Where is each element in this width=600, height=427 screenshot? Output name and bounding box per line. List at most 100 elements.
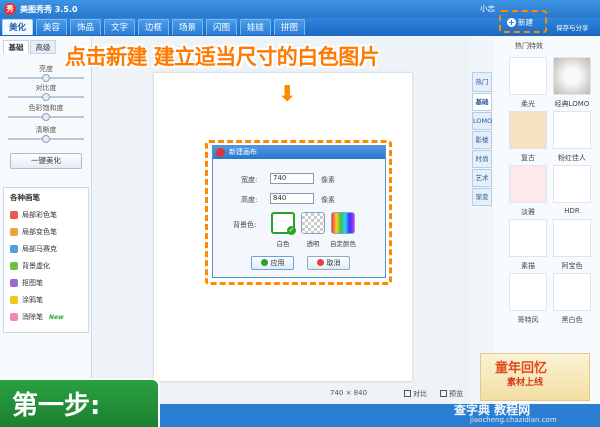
cancel-button[interactable]: 取消 xyxy=(307,256,350,270)
effect-label: 黑白色 xyxy=(561,316,583,324)
transparent-swatch[interactable] xyxy=(301,212,325,234)
auto-beautify-button[interactable]: 一键美化 xyxy=(10,153,82,169)
blur-brush-icon xyxy=(10,262,18,270)
white-swatch[interactable]: ✓ xyxy=(271,212,296,235)
tab-flash[interactable]: 闪图 xyxy=(206,19,237,35)
brush-doodle[interactable]: 涂鸦笔 xyxy=(10,295,43,305)
background-color-label: 背景色: xyxy=(233,221,257,229)
saturation-slider[interactable] xyxy=(8,113,84,121)
contrast-label: 对比度 xyxy=(35,84,57,92)
check-icon: ✓ xyxy=(287,226,296,235)
ad-title: 童年回忆 xyxy=(495,361,548,376)
app-logo-icon: 秀 xyxy=(4,3,16,15)
preview-button[interactable]: 预览 xyxy=(440,389,463,399)
arrow-down-icon: ⬇ xyxy=(278,82,297,107)
tab-fashion[interactable]: 时尚 xyxy=(472,150,492,168)
contrast-slider[interactable] xyxy=(8,93,84,101)
brush-mosaic[interactable]: 局部马赛克 xyxy=(10,244,57,254)
saturation-label: 色彩饱和度 xyxy=(28,104,64,112)
contrast-knob[interactable] xyxy=(42,93,50,101)
tab-lomo[interactable]: LOMO xyxy=(472,112,492,130)
effect-label: 经典LOMO xyxy=(554,100,590,108)
doodle-brush-icon xyxy=(10,296,18,304)
step-badge: 第一步: xyxy=(0,378,160,427)
app-title: 美图秀秀 3.5.0 xyxy=(20,4,78,14)
effect-bw-thumb[interactable] xyxy=(553,273,591,311)
sharpness-knob[interactable] xyxy=(42,135,50,143)
tab-gradient[interactable]: 渐变 xyxy=(472,188,492,206)
brush-panel: 各种画笔 局部彩色笔 局部变色笔 局部马赛克 背景虚化 抠图笔 涂鸦笔 消除笔 N… xyxy=(3,187,89,333)
tab-collage[interactable]: 拼图 xyxy=(274,19,305,35)
brush-local-recolor[interactable]: 局部变色笔 xyxy=(10,227,57,237)
brush-cutout[interactable]: 抠图笔 xyxy=(10,278,43,288)
dialog-title: 新建画布 xyxy=(213,146,385,159)
color-brush-icon xyxy=(10,211,18,219)
user-name[interactable]: 小志 xyxy=(480,3,495,14)
close-circle-icon xyxy=(316,259,324,266)
new-button-highlight: + 新建 xyxy=(499,10,547,33)
effect-soft-light-thumb[interactable] xyxy=(509,57,547,95)
tab-studio[interactable]: 影楼 xyxy=(472,131,492,149)
eraser-brush-icon xyxy=(10,313,18,321)
brightness-knob[interactable] xyxy=(42,74,50,82)
tab-accessories[interactable]: 饰品 xyxy=(70,19,101,35)
effect-gothic-thumb[interactable] xyxy=(509,273,547,311)
tab-advanced[interactable]: 高级 xyxy=(30,40,56,54)
sharpness-slider[interactable] xyxy=(8,135,84,143)
effect-sketch-thumb[interactable] xyxy=(509,219,547,257)
tab-beautify[interactable]: 美化 xyxy=(2,19,33,35)
new-badge: New xyxy=(49,313,64,321)
recolor-brush-icon xyxy=(10,228,18,236)
tab-scene[interactable]: 场景 xyxy=(172,19,203,35)
watermark-url: jiaocheng.chazidian.com xyxy=(470,416,557,424)
effect-label: HDR xyxy=(564,207,580,215)
effect-abao-thumb[interactable] xyxy=(553,219,591,257)
mosaic-brush-icon xyxy=(10,245,18,253)
brightness-slider[interactable] xyxy=(8,74,84,82)
left-panel: 基础 高级 亮度 对比度 色彩饱和度 清晰度 一键美化 各种画笔 局部彩色笔 局… xyxy=(0,37,92,407)
sharpness-label: 清晰度 xyxy=(35,126,57,134)
dialog-logo-icon xyxy=(216,148,225,157)
tab-basic-effects[interactable]: 基础 xyxy=(472,93,492,111)
effect-lomo-thumb[interactable] xyxy=(553,57,591,95)
tab-popular[interactable]: 热门 xyxy=(472,72,492,92)
tab-text[interactable]: 文字 xyxy=(104,19,135,35)
tab-beauty[interactable]: 美容 xyxy=(36,19,67,35)
save-share-button[interactable]: 保存与分享 xyxy=(556,22,589,32)
compare-icon xyxy=(404,390,411,397)
headline-annotation: 点击新建 建立适当尺寸的白色图片 xyxy=(65,45,380,69)
effect-elegant-thumb[interactable] xyxy=(509,165,547,203)
compare-button[interactable]: 对比 xyxy=(404,389,427,399)
plus-icon: + xyxy=(507,18,516,27)
brush-local-color[interactable]: 局部彩色笔 xyxy=(10,210,57,220)
tab-frame[interactable]: 边框 xyxy=(138,19,169,35)
step-label: 第一步: xyxy=(12,391,101,421)
effect-hdr-thumb[interactable] xyxy=(553,165,591,203)
canvas-size-readout: 740 × 840 xyxy=(330,389,368,397)
brush-eraser[interactable]: 消除笔 New xyxy=(10,312,64,322)
effects-panel-header: 热门特效 xyxy=(515,42,543,50)
width-input[interactable]: 740 xyxy=(270,173,314,184)
effect-retro-thumb[interactable] xyxy=(509,111,547,149)
cutout-brush-icon xyxy=(10,279,18,287)
width-unit: 像素 xyxy=(321,176,335,184)
custom-color-label: 自定颜色 xyxy=(330,240,356,248)
brush-background-blur[interactable]: 背景虚化 xyxy=(10,261,50,271)
width-label: 宽度: xyxy=(241,176,258,184)
effect-label: 粉红佳人 xyxy=(558,154,586,162)
effects-panel: 热门特效 柔光 经典LOMO 复古 粉红佳人 淡雅 HDR 素描 阿宝色 哥特风… xyxy=(493,37,600,407)
brush-panel-title: 各种画笔 xyxy=(10,193,40,202)
tab-basic[interactable]: 基础 xyxy=(3,40,29,54)
tab-doll[interactable]: 娃娃 xyxy=(240,19,271,35)
preview-icon xyxy=(440,390,447,397)
height-unit: 像素 xyxy=(321,196,335,204)
custom-color-swatch[interactable] xyxy=(331,212,355,234)
apply-button[interactable]: 应用 xyxy=(251,256,294,270)
new-button[interactable]: + 新建 xyxy=(507,17,533,28)
saturation-knob[interactable] xyxy=(42,113,50,121)
effect-label: 阿宝色 xyxy=(561,262,583,270)
height-input[interactable]: 840 xyxy=(270,193,314,204)
tab-art[interactable]: 艺术 xyxy=(472,169,492,187)
height-label: 高度: xyxy=(241,196,258,204)
effect-pink-lady-thumb[interactable] xyxy=(553,111,591,149)
